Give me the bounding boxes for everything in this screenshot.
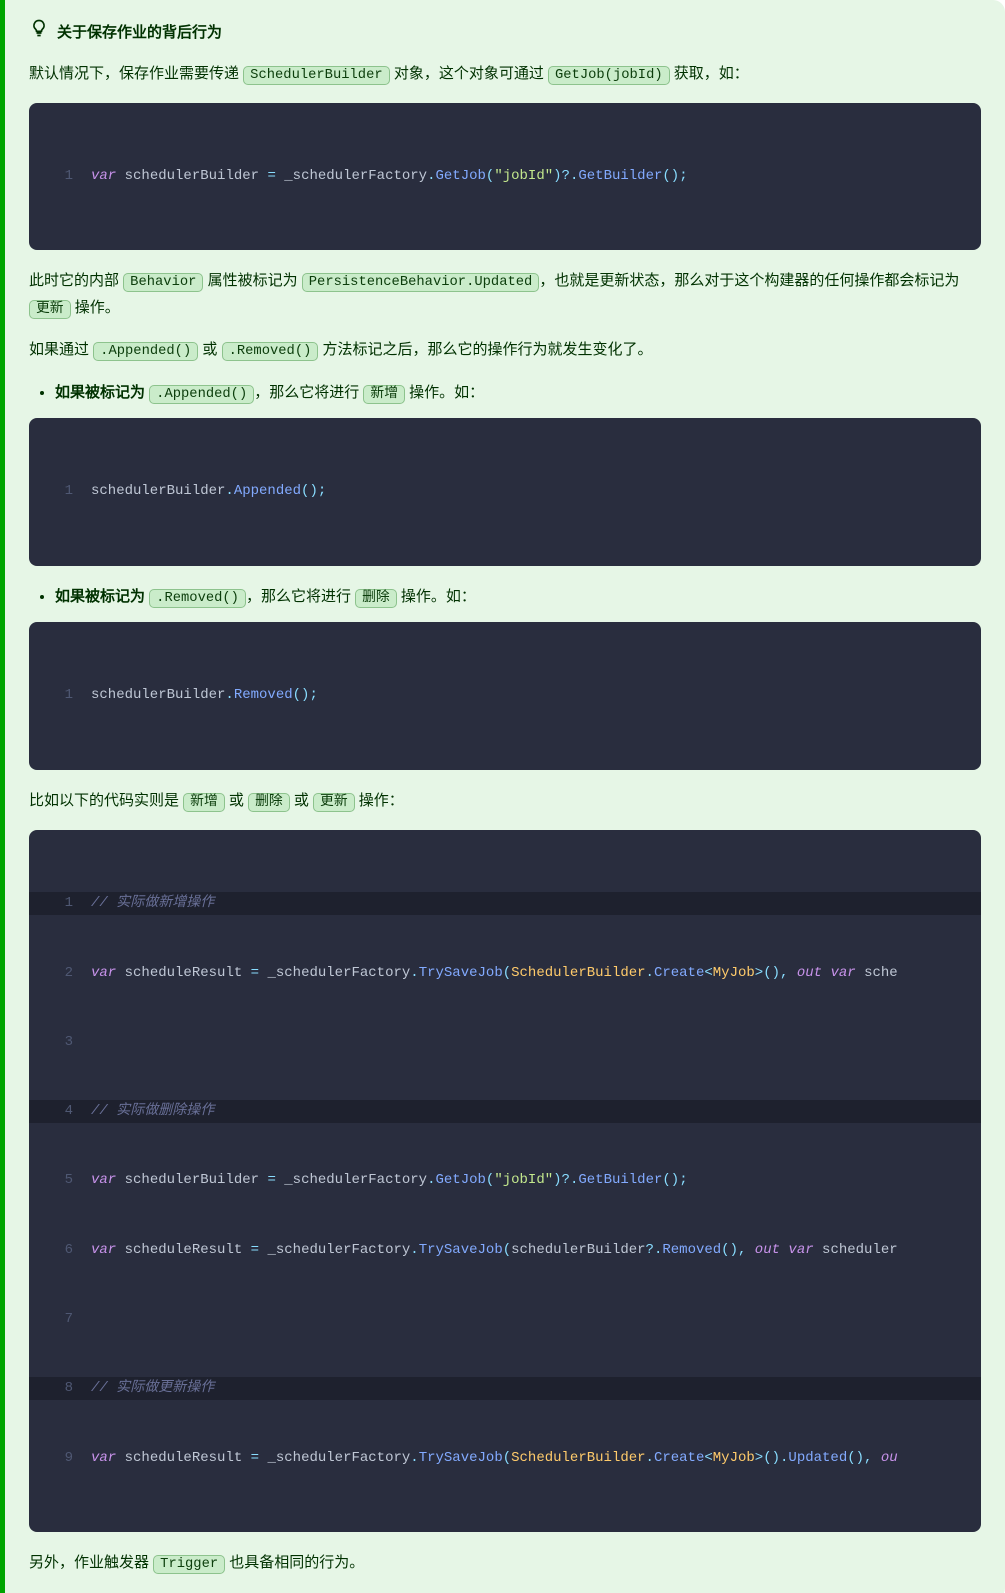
inline-code: .Appended() [93, 342, 198, 361]
inline-code: Behavior [123, 273, 203, 292]
callout-header: 关于保存作业的背后行为 [29, 18, 981, 47]
inline-code: 新增 [183, 793, 225, 812]
inline-code: 新增 [363, 385, 405, 404]
code-line: 9var scheduleResult = _schedulerFactory.… [29, 1447, 981, 1470]
inline-code: 删除 [355, 589, 397, 608]
inline-code: .Appended() [149, 385, 254, 404]
list-item: 如果被标记为 .Removed()，那么它将进行 删除 操作。如： [55, 584, 981, 610]
paragraph: 另外，作业触发器 Trigger 也具备相同的行为。 [29, 1550, 981, 1576]
lightbulb-icon [29, 18, 49, 47]
list-item: 如果被标记为 .Appended()，那么它将进行 新增 操作。如： [55, 380, 981, 406]
paragraph: 如果通过 .Appended() 或 .Removed() 方法标记之后，那么它… [29, 337, 981, 363]
code-line: 3 [29, 1031, 981, 1054]
callout-title: 关于保存作业的背后行为 [57, 20, 222, 46]
code-block: 1// 实际做新增操作 2var scheduleResult = _sched… [29, 830, 981, 1532]
inline-code: GetJob(jobId) [548, 66, 670, 85]
inline-code: Trigger [153, 1555, 225, 1574]
paragraph: 此时它的内部 Behavior 属性被标记为 PersistenceBehavi… [29, 268, 981, 321]
code-line: 7 [29, 1308, 981, 1331]
paragraph: 比如以下的代码实则是 新增 或 删除 或 更新 操作： [29, 788, 981, 814]
inline-code: 更新 [29, 300, 71, 319]
inline-code: SchedulerBuilder [243, 66, 389, 85]
callout-tip: 关于保存作业的背后行为 默认情况下，保存作业需要传递 SchedulerBuil… [0, 0, 1005, 1593]
inline-code: .Removed() [149, 589, 246, 608]
code-line: 1schedulerBuilder.Appended(); [29, 480, 981, 503]
paragraph: 默认情况下，保存作业需要传递 SchedulerBuilder 对象，这个对象可… [29, 61, 981, 87]
code-line: 1var schedulerBuilder = _schedulerFactor… [29, 165, 981, 188]
code-line: 6var scheduleResult = _schedulerFactory.… [29, 1239, 981, 1262]
code-line: 2var scheduleResult = _schedulerFactory.… [29, 962, 981, 985]
code-block: 1var schedulerBuilder = _schedulerFactor… [29, 103, 981, 250]
code-block: 1schedulerBuilder.Removed(); [29, 622, 981, 769]
code-block: 1schedulerBuilder.Appended(); [29, 418, 981, 565]
inline-code: .Removed() [222, 342, 319, 361]
code-line: 1schedulerBuilder.Removed(); [29, 684, 981, 707]
bullet-list: 如果被标记为 .Appended()，那么它将进行 新增 操作。如： [29, 380, 981, 406]
inline-code: 更新 [313, 793, 355, 812]
bullet-list: 如果被标记为 .Removed()，那么它将进行 删除 操作。如： [29, 584, 981, 610]
code-line: 5var schedulerBuilder = _schedulerFactor… [29, 1169, 981, 1192]
code-line: 8// 实际做更新操作 [29, 1377, 981, 1400]
inline-code: PersistenceBehavior.Updated [302, 273, 540, 292]
inline-code: 删除 [248, 793, 290, 812]
code-line: 4// 实际做删除操作 [29, 1100, 981, 1123]
code-line: 1// 实际做新增操作 [29, 892, 981, 915]
